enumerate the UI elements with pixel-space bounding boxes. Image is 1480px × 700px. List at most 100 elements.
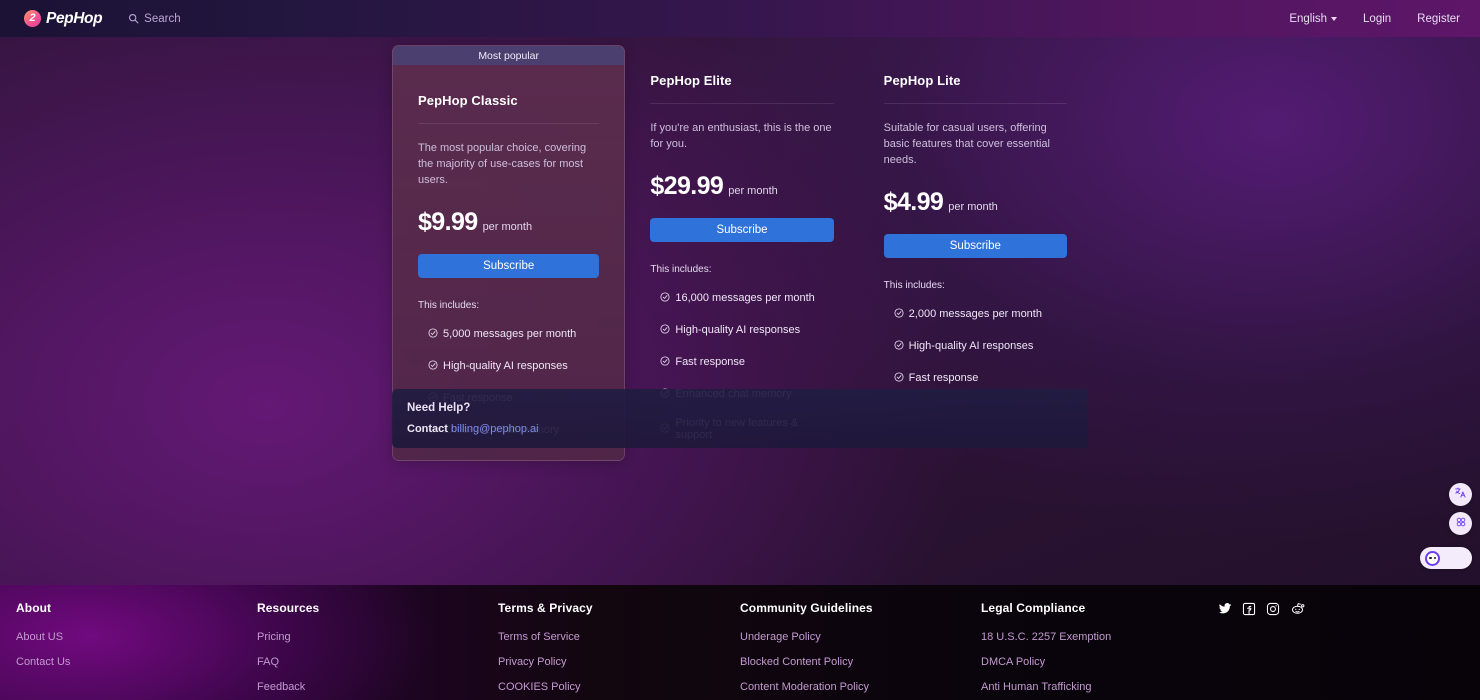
header-actions: English Login Register xyxy=(1289,13,1460,25)
footer-link[interactable]: Underage Policy xyxy=(740,631,873,643)
floating-widgets xyxy=(1420,483,1472,569)
contact-label: Contact xyxy=(407,423,448,435)
footer-link[interactable]: Feedback xyxy=(257,681,319,693)
feature-label: High-quality AI responses xyxy=(675,324,801,336)
feature-label: High-quality AI responses xyxy=(443,359,568,372)
instagram-icon[interactable] xyxy=(1266,602,1280,616)
footer-link[interactable]: Blocked Content Policy xyxy=(740,656,873,668)
logo-text: PepHop xyxy=(46,9,103,27)
translate-button[interactable] xyxy=(1449,483,1472,506)
subscribe-button-classic[interactable]: Subscribe xyxy=(418,253,600,278)
chat-widget-button[interactable] xyxy=(1420,547,1472,569)
check-circle-icon xyxy=(428,357,438,375)
avatar-eye-left xyxy=(1429,556,1432,560)
divider xyxy=(883,103,1067,104)
plan-description: If you're an enthusiast, this is the one… xyxy=(650,122,832,150)
social-links xyxy=(1218,601,1305,616)
most-popular-badge: Most popular xyxy=(393,46,625,65)
feature-item: High-quality AI responses xyxy=(884,337,1067,355)
feature-label: 16,000 messages per month xyxy=(675,292,815,304)
search-input[interactable]: Search xyxy=(128,13,181,25)
footer-column-terms: Terms & Privacy Terms of Service Privacy… xyxy=(498,601,619,700)
plan-description: The most popular choice, covering the ma… xyxy=(418,142,587,186)
check-circle-icon xyxy=(660,321,670,339)
search-icon xyxy=(128,13,139,24)
footer-column-community: Community Guidelines Underage Policy Blo… xyxy=(740,601,873,693)
translate-icon xyxy=(1454,486,1467,504)
pephop-logo-icon: 2 xyxy=(24,10,41,27)
check-circle-icon xyxy=(660,353,670,371)
avatar-eye-right xyxy=(1433,556,1436,560)
twitter-icon[interactable] xyxy=(1218,602,1232,616)
footer-link[interactable]: FAQ xyxy=(257,656,319,668)
need-help-title: Need Help? xyxy=(407,402,471,414)
feature-item: 2,000 messages per month xyxy=(884,305,1067,323)
plan-price: $9.99 xyxy=(418,207,478,236)
plan-period: per month xyxy=(948,200,998,213)
pricing-page: 2 PepHop Search English Login Register M… xyxy=(0,0,1480,700)
site-footer: About About US Contact Us Resources Pric… xyxy=(0,585,1480,700)
footer-column-title: Legal Compliance xyxy=(981,601,1086,615)
check-circle-icon xyxy=(894,369,904,387)
footer-link[interactable]: Contact Us xyxy=(16,656,70,668)
need-help-contact-row: Contact billing@pephop.ai xyxy=(407,423,1073,435)
card-header: PepHop Classic xyxy=(418,65,599,108)
plan-price: $4.99 xyxy=(883,187,944,216)
plan-period: per month xyxy=(482,220,533,233)
footer-column-resources: Resources Pricing FAQ Feedback Blog xyxy=(257,601,319,700)
feature-item: Fast response xyxy=(650,353,833,371)
feature-label: 2,000 messages per month xyxy=(908,307,1042,320)
price-row: $29.99 per month xyxy=(650,172,833,201)
footer-column-title: Resources xyxy=(257,601,320,615)
register-button[interactable]: Register xyxy=(1417,13,1460,25)
billing-email-link[interactable]: billing@pephop.ai xyxy=(451,423,539,435)
feature-label: Fast response xyxy=(908,371,979,384)
plan-price: $29.99 xyxy=(650,172,724,200)
feature-label: High-quality AI responses xyxy=(908,339,1034,352)
card-header: PepHop Lite xyxy=(884,45,1067,88)
plan-description: Suitable for casual users, offering basi… xyxy=(883,122,1050,166)
footer-link[interactable]: Terms of Service xyxy=(498,631,619,643)
feature-item: 5,000 messages per month xyxy=(418,325,599,343)
footer-link[interactable]: Pricing xyxy=(257,631,319,643)
footer-column-title: Community Guidelines xyxy=(740,601,873,615)
card-header: PepHop Elite xyxy=(650,45,833,88)
footer-link[interactable]: Anti Human Trafficking xyxy=(981,681,1111,693)
chat-bot-avatar-icon xyxy=(1425,550,1440,566)
feature-label: 5,000 messages per month xyxy=(443,327,577,340)
price-row: $9.99 per month xyxy=(418,208,599,237)
subscribe-button-lite[interactable]: Subscribe xyxy=(883,233,1067,258)
feature-item: High-quality AI responses xyxy=(418,357,599,375)
facebook-icon[interactable] xyxy=(1242,602,1256,616)
divider xyxy=(418,123,600,124)
subscribe-button-elite[interactable]: Subscribe xyxy=(650,218,834,242)
feature-label: Fast response xyxy=(675,356,746,368)
footer-link[interactable]: DMCA Policy xyxy=(981,656,1111,668)
apps-button[interactable] xyxy=(1449,512,1472,535)
check-circle-icon xyxy=(660,289,670,307)
check-circle-icon xyxy=(894,305,904,323)
includes-label: This includes: xyxy=(883,279,945,291)
reddit-icon[interactable] xyxy=(1290,601,1305,616)
footer-link[interactable]: About US xyxy=(16,631,70,643)
feature-item: High-quality AI responses xyxy=(650,321,833,339)
site-header: 2 PepHop Search English Login Register xyxy=(0,0,1480,37)
check-circle-icon xyxy=(428,325,438,343)
apps-grid-icon xyxy=(1455,515,1467,533)
language-label: English xyxy=(1289,12,1328,25)
plan-title: PepHop Elite xyxy=(650,73,732,88)
includes-label: This includes: xyxy=(418,299,480,311)
feature-item: Fast response xyxy=(884,369,1067,387)
language-selector[interactable]: English xyxy=(1289,12,1338,25)
footer-link[interactable]: Content Moderation Policy xyxy=(740,681,873,693)
price-row: $4.99 per month xyxy=(884,188,1067,217)
logo[interactable]: 2 PepHop xyxy=(24,9,103,28)
footer-link[interactable]: Privacy Policy xyxy=(498,656,619,668)
footer-column-legal: Legal Compliance 18 U.S.C. 2257 Exemptio… xyxy=(981,601,1111,693)
footer-link[interactable]: COOKIES Policy xyxy=(498,681,619,693)
plan-period: per month xyxy=(728,185,778,197)
chevron-down-icon xyxy=(1331,16,1338,21)
login-button[interactable]: Login xyxy=(1363,13,1391,25)
footer-link[interactable]: 18 U.S.C. 2257 Exemption xyxy=(981,631,1111,643)
footer-column-title: Terms & Privacy xyxy=(498,601,593,615)
